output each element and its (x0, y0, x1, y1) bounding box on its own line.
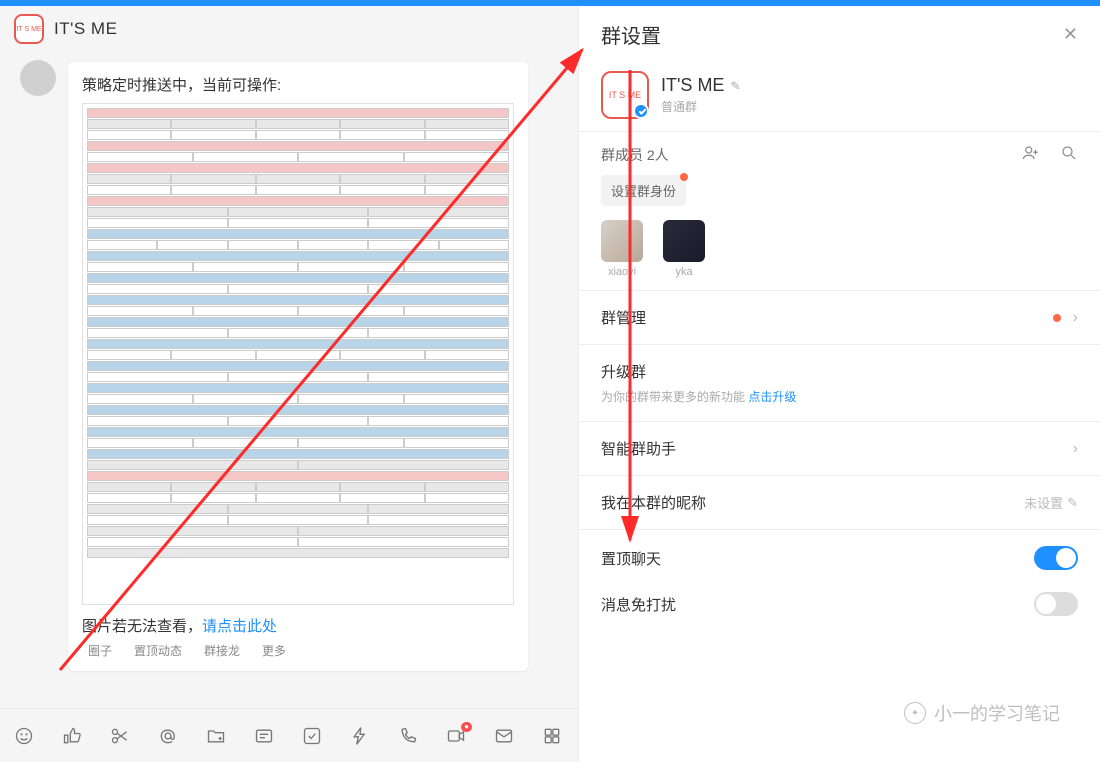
pin-label: 置顶聊天 (601, 548, 661, 569)
message-row: 策略定时推送中，当前可操作: (20, 62, 558, 671)
tag-chain[interactable]: 群接龙 (204, 642, 240, 659)
video-badge: ● (461, 722, 472, 732)
edit-nickname-icon[interactable]: ✎ (1067, 495, 1078, 511)
member-avatar (601, 220, 643, 262)
upgrade-sub-text: 为你的群带来更多的新功能 (601, 390, 748, 404)
members-section: 群成员 2人 设置群身份 xiaoyi yka (579, 132, 1100, 290)
member-name: xiaoyi (608, 266, 636, 278)
group-avatar-small[interactable]: IT S ME (14, 14, 44, 44)
avatar-text: IT S ME (16, 26, 41, 33)
nickname-text: 未设置 (1024, 493, 1063, 512)
search-member-icon[interactable] (1060, 144, 1078, 165)
member-avatars: xiaoyi yka (601, 220, 1078, 278)
settings-title: 群设置 (601, 20, 661, 49)
bolt-icon[interactable] (350, 726, 370, 746)
verify-badge-icon (633, 103, 649, 119)
upgrade-label: 升级群 (601, 361, 646, 382)
set-identity-button[interactable]: 设置群身份 (601, 175, 686, 206)
tag-pin[interactable]: 置顶动态 (134, 642, 182, 659)
upgrade-row[interactable]: 升级群 为你的群带来更多的新功能 点击升级 (579, 345, 1100, 421)
chevron-right-icon: › (1073, 440, 1078, 458)
group-info-row[interactable]: IT S ME IT'S ME ✎ 普通群 (601, 71, 1078, 119)
edit-name-icon[interactable]: ✎ (730, 79, 740, 93)
mail-icon[interactable] (494, 726, 514, 746)
member-avatar (663, 220, 705, 262)
app-icon[interactable] (542, 726, 562, 746)
member-item[interactable]: xiaoyi (601, 220, 643, 278)
tag-more[interactable]: 更多 (262, 642, 286, 659)
main-container: IT S ME IT'S ME 策略定时推送中，当前可操作: (0, 6, 1100, 762)
link-prefix: 图片若无法查看， (82, 618, 202, 635)
like-icon[interactable] (62, 726, 82, 746)
group-avatar: IT S ME (601, 71, 649, 119)
scissors-icon[interactable] (110, 726, 130, 746)
message-link-row: 图片若无法查看，请点击此处 (82, 615, 514, 636)
mute-label: 消息免打扰 (601, 594, 676, 615)
emoji-icon[interactable] (14, 726, 34, 746)
upgrade-sub: 为你的群带来更多的新功能 点击升级 (601, 388, 796, 405)
mute-row: 消息免打扰 (579, 586, 1100, 632)
phone-icon[interactable] (398, 726, 418, 746)
pin-toggle[interactable] (1034, 546, 1078, 570)
message-image[interactable] (82, 103, 514, 605)
member-name: yka (675, 266, 692, 278)
mute-toggle[interactable] (1034, 592, 1078, 616)
identity-label: 设置群身份 (611, 184, 676, 199)
identity-red-dot (680, 173, 688, 181)
members-count: 群成员 2人 (601, 145, 669, 165)
input-toolbar: ● (0, 708, 578, 762)
video-icon[interactable]: ● (446, 726, 466, 746)
sender-avatar[interactable] (20, 60, 56, 96)
chevron-right-icon: › (1073, 309, 1078, 327)
group-type: 普通群 (661, 98, 741, 115)
settings-panel: 群设置 ✕ IT S ME IT'S ME ✎ 普通群 (578, 6, 1100, 762)
tag-circle[interactable]: 圈子 (88, 642, 112, 659)
manage-label: 群管理 (601, 307, 646, 328)
card-icon[interactable] (254, 726, 274, 746)
nickname-label: 我在本群的昵称 (601, 492, 706, 513)
table-preview (87, 108, 509, 600)
chat-panel: IT S ME IT'S ME 策略定时推送中，当前可操作: (0, 6, 578, 762)
settings-header: 群设置 ✕ (579, 6, 1100, 59)
add-member-icon[interactable] (1022, 144, 1040, 165)
upgrade-link[interactable]: 点击升级 (748, 390, 796, 404)
chat-title: IT'S ME (54, 19, 117, 39)
assistant-row[interactable]: 智能群助手 › (579, 422, 1100, 475)
check-icon[interactable] (302, 726, 322, 746)
member-item[interactable]: yka (663, 220, 705, 278)
group-info-section: IT S ME IT'S ME ✎ 普通群 (579, 59, 1100, 131)
message-tags: 圈子 置顶动态 群接龙 更多 (82, 636, 514, 659)
members-header: 群成员 2人 (601, 144, 1078, 165)
group-name: IT'S ME ✎ (661, 75, 741, 96)
view-image-link[interactable]: 请点击此处 (202, 618, 277, 635)
manage-red-dot (1053, 314, 1061, 322)
nickname-row[interactable]: 我在本群的昵称 未设置 ✎ (579, 476, 1100, 529)
chat-header: IT S ME IT'S ME (0, 6, 578, 52)
chat-messages: 策略定时推送中，当前可操作: (0, 52, 578, 708)
group-name-text: IT'S ME (661, 75, 724, 96)
group-manage-row[interactable]: 群管理 › (579, 291, 1100, 344)
pin-chat-row: 置顶聊天 (579, 530, 1100, 586)
message-bubble: 策略定时推送中，当前可操作: (68, 62, 528, 671)
close-icon[interactable]: ✕ (1063, 24, 1078, 45)
assistant-label: 智能群助手 (601, 438, 676, 459)
group-avatar-text: IT S ME (609, 90, 641, 100)
folder-add-icon[interactable] (206, 726, 226, 746)
nickname-value: 未设置 ✎ (1024, 493, 1078, 512)
at-icon[interactable] (158, 726, 178, 746)
message-text: 策略定时推送中，当前可操作: (82, 74, 514, 95)
